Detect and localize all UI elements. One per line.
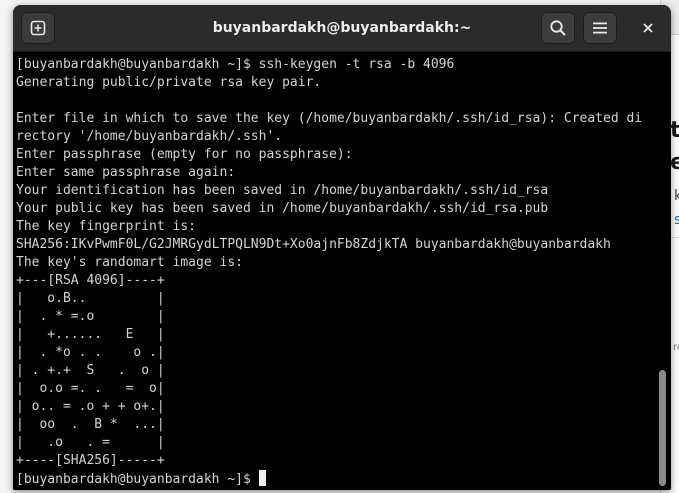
terminal-output: [buyanbardakh@buyanbardakh ~]$ ssh-keyge… — [16, 56, 656, 488]
randomart-line: +----[SHA256]-----+ — [16, 453, 165, 468]
new-tab-button[interactable] — [21, 12, 55, 44]
randomart-line: | . * =.o | — [16, 309, 165, 324]
randomart-line: | o.. = .o + + o+.| — [16, 399, 165, 414]
command-prompt-line[interactable]: [buyanbardakh@buyanbardakh ~]$ — [16, 470, 656, 488]
randomart-line: | oo . B * ...| — [16, 417, 165, 432]
background-text-fragment: k — [674, 188, 679, 204]
close-icon — [643, 23, 653, 33]
background-text-fragment: e — [670, 150, 679, 175]
terminal-window[interactable]: buyanbardakh@buyanbardakh:~ [buyanbardak… — [13, 5, 671, 490]
terminal-line: The key fingerprint is: — [16, 219, 197, 234]
terminal-headerbar[interactable]: buyanbardakh@buyanbardakh:~ — [13, 5, 671, 52]
new-tab-icon — [30, 20, 46, 36]
randomart-line: | .o . = | — [16, 435, 165, 450]
terminal-line: Your identification has been saved in /h… — [16, 183, 549, 198]
randomart-line: | . *o . . o .| — [16, 345, 165, 360]
terminal-line: Your public key has been saved in /home/… — [16, 201, 549, 216]
background-text-fragment: ro — [673, 342, 679, 353]
terminal-line: rectory '/home/buyanbardakh/.ssh'. — [16, 129, 283, 144]
terminal-line: Generating public/private rsa key pair. — [16, 75, 322, 90]
terminal-line: [buyanbardakh@buyanbardakh ~]$ ssh-keyge… — [16, 57, 455, 72]
terminal-output-area[interactable]: [buyanbardakh@buyanbardakh ~]$ ssh-keyge… — [13, 52, 671, 490]
menu-button[interactable] — [583, 12, 617, 44]
randomart-line: | o.o =. . = o| — [16, 381, 165, 396]
terminal-line: SHA256:IKvPwmF0L/G2JMRGydLTPQLN9Dt+Xo0aj… — [16, 237, 611, 252]
search-button[interactable] — [541, 12, 575, 44]
window-title: buyanbardakh@buyanbardakh:~ — [212, 20, 472, 36]
background-link-fragment[interactable]: s — [674, 212, 679, 228]
terminal-line: The key's randomart image is: — [16, 255, 243, 270]
terminal-line: Enter file in which to save the key (/ho… — [16, 111, 643, 126]
randomart-line: | . +.+ S . o | — [16, 363, 165, 378]
desktop: t e k s ro buyanbardakh@buyanbardakh:~ — [0, 0, 679, 493]
terminal-line: Enter passphrase (empty for no passphras… — [16, 147, 353, 162]
close-button[interactable] — [633, 12, 663, 44]
shell-prompt: [buyanbardakh@buyanbardakh ~]$ — [16, 472, 259, 487]
randomart-line: | +...... E | — [16, 327, 165, 342]
text-cursor — [258, 470, 266, 486]
randomart-line: | o.B.. | — [16, 291, 165, 306]
randomart-line: +---[RSA 4096]----+ — [16, 273, 165, 288]
hamburger-menu-icon — [593, 22, 607, 34]
background-text-fragment: t — [670, 118, 679, 143]
scrollbar-thumb[interactable] — [659, 370, 666, 486]
terminal-line: Enter same passphrase again: — [16, 165, 236, 180]
search-icon — [550, 20, 566, 36]
